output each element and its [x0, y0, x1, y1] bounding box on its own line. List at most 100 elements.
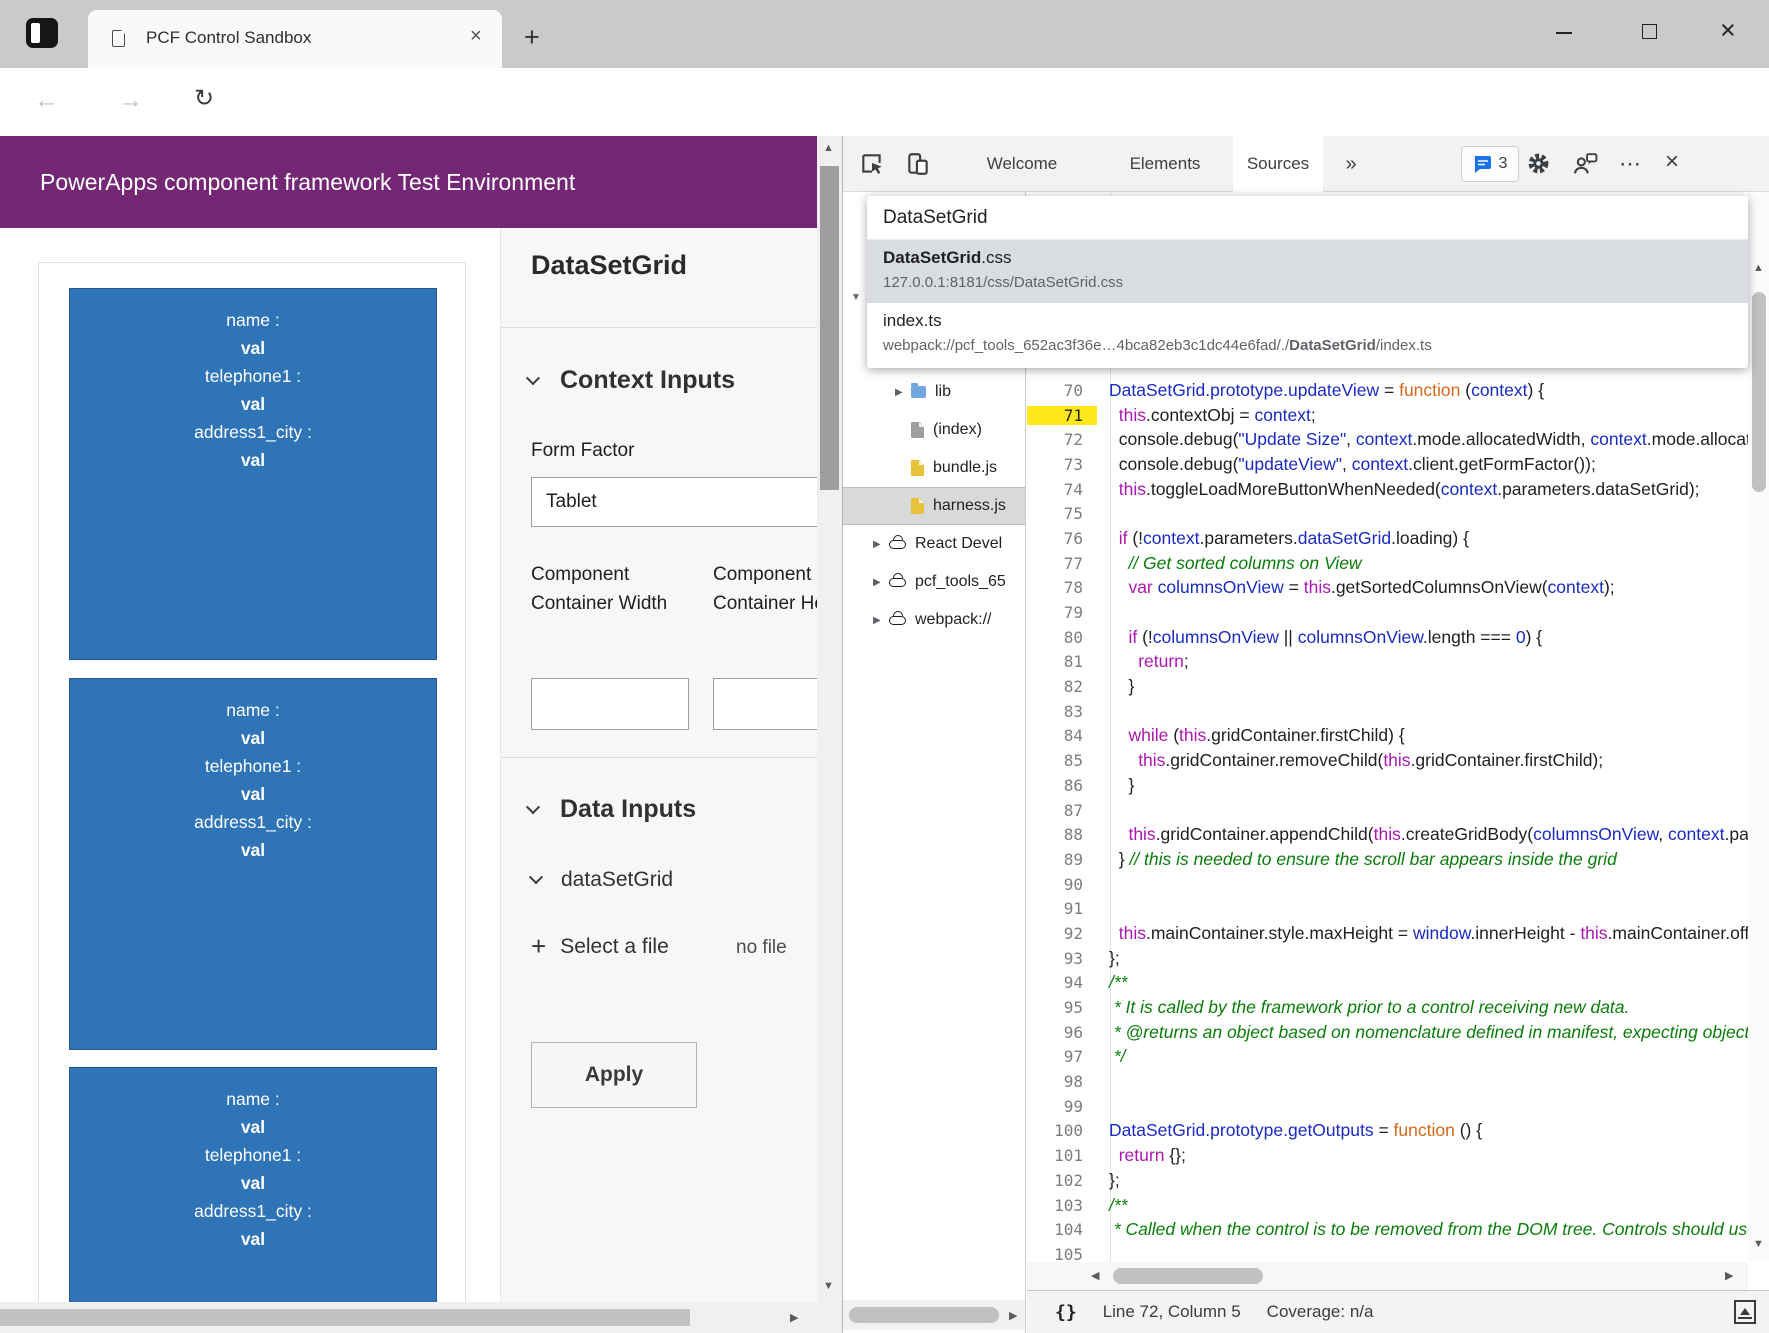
navigator-hscroll-thumb[interactable] [849, 1307, 999, 1323]
line-number[interactable]: 84 [1027, 726, 1097, 745]
code-line[interactable]: 80 if (!columnsOnView || columnsOnView.l… [1027, 625, 1748, 650]
code-line[interactable]: 92 this.mainContainer.style.maxHeight = … [1027, 921, 1748, 946]
line-number[interactable]: 89 [1027, 850, 1097, 869]
code-line[interactable]: 84 while (this.gridContainer.firstChild)… [1027, 724, 1748, 749]
code-line[interactable]: 93}; [1027, 946, 1748, 971]
code-line[interactable]: 83 [1027, 699, 1748, 724]
window-maximize-button[interactable] [1642, 24, 1657, 39]
tree-item-lib[interactable]: ▶lib [843, 373, 1026, 411]
navigator-horizontal-scrollbar[interactable]: ▶ [843, 1300, 1025, 1330]
context-inputs-section[interactable]: Context Inputs [528, 366, 735, 395]
line-number[interactable]: 74 [1027, 480, 1097, 499]
tree-item-bundle-js[interactable]: bundle.js [843, 449, 1026, 487]
quick-open-result[interactable]: index.tswebpack://pcf_tools_652ac3f36e…4… [867, 303, 1748, 366]
apply-button[interactable]: Apply [531, 1042, 697, 1108]
code-line[interactable]: 102}; [1027, 1168, 1748, 1193]
line-number[interactable]: 71 [1027, 406, 1097, 425]
tree-expand-icon[interactable]: ▶ [873, 539, 889, 550]
code-line[interactable]: 77 // Get sorted columns on View [1027, 551, 1748, 576]
forward-icon[interactable]: → [118, 86, 143, 115]
line-number[interactable]: 101 [1027, 1146, 1097, 1165]
more-tabs-icon[interactable]: » [1333, 136, 1369, 192]
code-line[interactable]: 76 if (!context.parameters.dataSetGrid.l… [1027, 526, 1748, 551]
tab-close-icon[interactable]: × [470, 25, 482, 48]
scroll-right-icon[interactable]: ▶ [1009, 1309, 1017, 1322]
line-number[interactable]: 103 [1027, 1196, 1097, 1215]
line-number[interactable]: 91 [1027, 899, 1097, 918]
code-line[interactable]: 87 [1027, 798, 1748, 823]
line-number[interactable]: 102 [1027, 1171, 1097, 1190]
line-number[interactable]: 82 [1027, 677, 1097, 696]
code-line[interactable]: 74 this.toggleLoadMoreButtonWhenNeeded(c… [1027, 477, 1748, 502]
line-text[interactable]: this.toggleLoadMoreButtonWhenNeeded(cont… [1097, 479, 1700, 500]
issues-badge[interactable]: 3 [1461, 146, 1519, 182]
feedback-people-icon[interactable] [1572, 151, 1599, 177]
code-line[interactable]: 75 [1027, 501, 1748, 526]
code-line[interactable]: 99 [1027, 1094, 1748, 1119]
line-text[interactable]: this.gridContainer.appendChild(this.crea… [1097, 824, 1748, 845]
code-line[interactable]: 78 var columnsOnView = this.getSortedCol… [1027, 576, 1748, 601]
line-number[interactable]: 83 [1027, 702, 1097, 721]
tree-root-expanded-icon[interactable]: ▼ [851, 292, 861, 303]
code-line[interactable]: 96 * @returns an object based on nomencl… [1027, 1020, 1748, 1045]
code-line[interactable]: 82 } [1027, 674, 1748, 699]
editor-vertical-scrollbar[interactable]: ▲ ▼ [1748, 192, 1769, 1262]
select-file-button[interactable]: + Select a file [531, 931, 669, 962]
refresh-icon[interactable]: ↻ [194, 84, 214, 113]
page-hscroll-thumb[interactable] [0, 1309, 690, 1326]
line-text[interactable]: this.mainContainer.style.maxHeight = win… [1097, 923, 1748, 944]
code-line[interactable]: 71 this.contextObj = context; [1027, 403, 1748, 428]
code-line[interactable]: 79 [1027, 600, 1748, 625]
code-line[interactable]: 86 } [1027, 773, 1748, 798]
line-number[interactable]: 79 [1027, 603, 1097, 622]
settings-gear-icon[interactable] [1526, 151, 1551, 176]
line-text[interactable]: } // this is needed to ensure the scroll… [1097, 849, 1617, 870]
data-inputs-section[interactable]: Data Inputs [528, 795, 696, 824]
line-text[interactable]: return; [1097, 651, 1189, 672]
tab-welcome[interactable]: Welcome [979, 136, 1065, 192]
line-text[interactable]: while (this.gridContainer.firstChild) { [1097, 725, 1405, 746]
device-toolbar-icon[interactable] [905, 151, 931, 177]
line-number[interactable]: 92 [1027, 924, 1097, 943]
form-factor-select[interactable]: Tablet [531, 477, 817, 527]
page-horizontal-scrollbar[interactable]: ▶ [0, 1302, 842, 1333]
line-number[interactable]: 95 [1027, 998, 1097, 1017]
dataset-grid-group[interactable]: dataSetGrid [531, 868, 673, 892]
line-number[interactable]: 72 [1027, 430, 1097, 449]
line-number[interactable]: 85 [1027, 751, 1097, 770]
code-line[interactable]: 91 [1027, 896, 1748, 921]
line-number[interactable]: 73 [1027, 455, 1097, 474]
devtools-close-icon[interactable]: × [1665, 148, 1679, 176]
line-text[interactable]: return {}; [1097, 1145, 1186, 1166]
line-number[interactable]: 94 [1027, 973, 1097, 992]
container-height-input[interactable] [713, 678, 817, 730]
editor-vscroll-thumb[interactable] [1752, 292, 1766, 492]
line-text[interactable]: /** [1097, 1195, 1127, 1216]
line-text[interactable]: this.contextObj = context; [1097, 405, 1316, 426]
line-number[interactable]: 88 [1027, 825, 1097, 844]
line-number[interactable]: 80 [1027, 628, 1097, 647]
show-drawer-icon[interactable] [1734, 1300, 1756, 1324]
line-text[interactable]: console.debug("Update Size", context.mod… [1097, 429, 1748, 450]
tree-item-webpack-[interactable]: ▶webpack:// [843, 601, 1026, 639]
code-line[interactable]: 104 * Called when the control is to be r… [1027, 1217, 1748, 1242]
line-number[interactable]: 76 [1027, 529, 1097, 548]
tree-item--index-[interactable]: (index) [843, 411, 1026, 449]
window-minimize-button[interactable] [1556, 32, 1572, 34]
scroll-right-icon[interactable]: ▶ [1725, 1269, 1733, 1282]
page-vertical-scrollbar[interactable]: ▲ ▼ [817, 136, 842, 1302]
line-number[interactable]: 90 [1027, 875, 1097, 894]
quick-open-result[interactable]: DataSetGrid.css127.0.0.1:8181/css/DataSe… [867, 240, 1748, 303]
line-number[interactable]: 105 [1027, 1245, 1097, 1262]
tab-sources[interactable]: Sources [1233, 136, 1323, 192]
scroll-right-icon[interactable]: ▶ [790, 1311, 798, 1324]
code-line[interactable]: 105 [1027, 1242, 1748, 1262]
editor-horizontal-scrollbar[interactable]: ◀ ▶ [1027, 1262, 1748, 1290]
quick-open-input[interactable] [867, 196, 1748, 240]
code-line[interactable]: 72 console.debug("Update Size", context.… [1027, 427, 1748, 452]
line-number[interactable]: 104 [1027, 1220, 1097, 1239]
line-number[interactable]: 81 [1027, 652, 1097, 671]
line-text[interactable]: } [1097, 676, 1134, 697]
tree-item-pcf-tools-65[interactable]: ▶pcf_tools_65 [843, 563, 1026, 601]
scroll-left-icon[interactable]: ◀ [1091, 1269, 1099, 1282]
